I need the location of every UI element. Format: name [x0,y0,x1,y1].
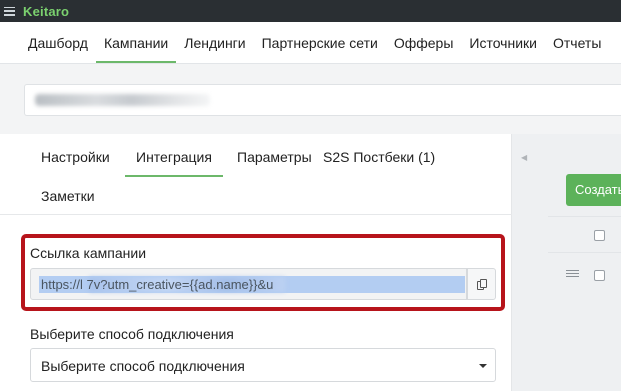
caret-down-icon [479,364,487,368]
table-row-divider [548,252,621,253]
tab-parameters[interactable]: Параметры [237,149,312,165]
campaign-name-input[interactable] [24,84,621,116]
tab-notes[interactable]: Заметки [41,188,95,204]
redacted-campaign-name [35,94,210,106]
nav-item-reports[interactable]: Отчеты [545,22,609,63]
tab-integration[interactable]: Интеграция [125,149,223,177]
top-bar: Keitaro [0,0,621,22]
drag-handle-icon[interactable] [566,270,579,277]
nav-item-sources[interactable]: Источники [461,22,545,63]
connection-method-select[interactable]: Выберите способ подключения [30,348,496,382]
nav-item-affiliate-networks[interactable]: Партнерские сети [254,22,386,63]
tabs-divider [0,214,512,215]
select-all-checkbox[interactable] [594,230,605,241]
tab-s2s-postbacks[interactable]: S2S Постбеки (1) [323,149,435,165]
highlight-frame [21,234,505,311]
main-nav: Дашборд Кампании Лендинги Партнерские се… [0,22,621,64]
connection-method-value: Выберите способ подключения [41,358,245,374]
connection-method-label: Выберите способ подключения [30,326,234,342]
brand-logo[interactable]: Keitaro [23,4,69,19]
tab-settings[interactable]: Настройки [41,149,110,165]
nav-item-campaigns[interactable]: Кампании [95,22,177,63]
menu-icon[interactable] [4,6,15,16]
nav-item-landings[interactable]: Лендинги [176,22,253,63]
create-button[interactable]: Создать [566,174,621,206]
campaign-name-bar [0,64,621,134]
settings-tabs: Настройки Интеграция Параметры S2S Постб… [0,134,512,214]
nav-item-offers[interactable]: Офферы [386,22,462,63]
row-checkbox[interactable] [594,270,605,281]
chevron-left-icon[interactable]: ◀ [521,153,527,162]
table-row-divider [548,216,621,217]
nav-item-dashboard[interactable]: Дашборд [20,22,96,63]
